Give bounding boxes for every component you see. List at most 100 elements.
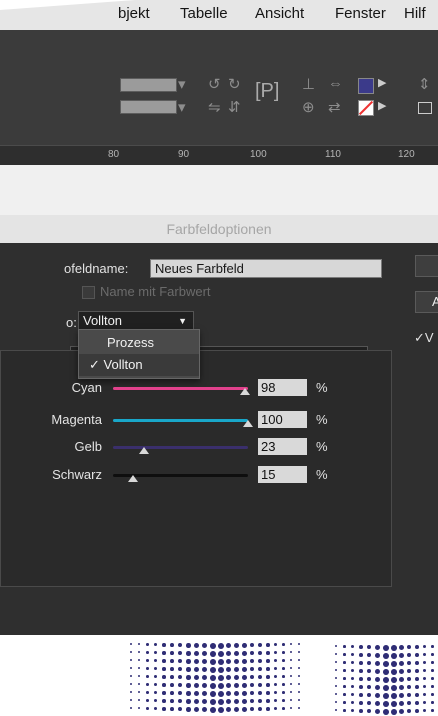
- halftone-dot: [343, 677, 346, 680]
- halftone-dot: [250, 699, 255, 704]
- halftone-dot: [154, 707, 158, 711]
- cancel-button[interactable]: A: [415, 291, 438, 313]
- halftone-dot: [226, 707, 232, 713]
- halftone-dot: [210, 683, 216, 689]
- slider-track-cyan[interactable]: [113, 387, 248, 390]
- slider-thumb-magenta[interactable]: [243, 420, 253, 427]
- halftone-dot: [250, 643, 255, 648]
- halftone-dot: [218, 691, 224, 697]
- halftone-dot: [162, 675, 166, 679]
- halftone-dot: [290, 683, 293, 686]
- halftone-dot: [407, 701, 412, 706]
- halftone-dot: [383, 645, 389, 651]
- halftone-dot: [210, 643, 216, 649]
- rotate-icon[interactable]: ↺: [208, 75, 221, 93]
- slider-thumb-cyan[interactable]: [240, 388, 251, 395]
- halftone-dot: [162, 707, 166, 711]
- value-input-schwarz[interactable]: 15: [258, 466, 307, 483]
- halftone-dot: [210, 651, 216, 657]
- halftone-dot: [226, 643, 232, 649]
- stroke-type-field[interactable]: [120, 100, 177, 114]
- slider-track-magenta[interactable]: [113, 419, 248, 422]
- play-icon[interactable]: ▶: [378, 99, 386, 112]
- halftone-dot: [242, 651, 247, 656]
- flip-icon[interactable]: ⇋: [208, 98, 221, 116]
- ok-button[interactable]: [415, 255, 438, 277]
- halftone-dot: [391, 709, 397, 715]
- halftone-dot: [202, 675, 208, 681]
- halftone-dot: [375, 661, 381, 667]
- halftone-dot: [154, 699, 158, 703]
- horizontal-ruler: 80 90 100 110 120: [0, 145, 438, 166]
- stepper-icon[interactable]: ⇕: [418, 75, 431, 93]
- menu-item-tabelle[interactable]: Tabelle: [180, 5, 228, 22]
- halftone-dot: [415, 669, 419, 673]
- halftone-dot: [178, 683, 183, 688]
- distribute-icon[interactable]: ⇔: [328, 75, 343, 92]
- text-frame-icon[interactable]: [P]: [255, 80, 279, 103]
- slider-track-gelb[interactable]: [113, 446, 248, 449]
- flip-vertical-icon[interactable]: ⇵: [228, 98, 241, 116]
- halftone-dot: [186, 683, 191, 688]
- dropdown-arrow-icon[interactable]: ▾: [178, 75, 186, 93]
- halftone-dot: [186, 659, 191, 664]
- halftone-dot: [383, 661, 389, 667]
- halftone-dot: [282, 651, 285, 654]
- halftone-dot: [130, 643, 132, 645]
- halftone-dot: [146, 651, 149, 654]
- fill-swatch[interactable]: [358, 78, 374, 94]
- halftone-dot: [343, 701, 346, 704]
- halftone-dot: [242, 683, 247, 688]
- menu-item-objekt[interactable]: bjekt: [118, 5, 150, 22]
- stroke-swatch[interactable]: [358, 100, 374, 116]
- halftone-dot: [383, 701, 389, 707]
- halftone-dot: [154, 651, 158, 655]
- halftone-dot: [415, 661, 419, 665]
- halftone-dot: [383, 709, 389, 715]
- rotate-ccw-icon[interactable]: ↻: [228, 75, 241, 93]
- halftone-dot: [335, 677, 337, 679]
- halftone-dot: [218, 667, 224, 673]
- halftone-dot: [202, 707, 208, 713]
- halftone-dot: [258, 651, 262, 655]
- halftone-dot: [242, 675, 247, 680]
- dropdown-arrow-icon[interactable]: ▾: [178, 98, 186, 116]
- halftone-dot: [375, 709, 381, 715]
- halftone-dot: [194, 675, 199, 680]
- halftone-dot: [290, 643, 293, 646]
- halftone-dot: [194, 683, 199, 688]
- name-with-value-checkbox[interactable]: [82, 286, 95, 299]
- frame-icon[interactable]: [418, 102, 432, 114]
- stroke-weight-field[interactable]: [120, 78, 177, 92]
- halftone-dot: [154, 643, 158, 647]
- swatch-name-input[interactable]: Neues Farbfeld: [150, 259, 382, 278]
- preview-checkbox[interactable]: ✓V: [414, 330, 434, 346]
- halftone-dot: [359, 661, 363, 665]
- halftone-dot: [170, 683, 174, 687]
- value-input-cyan[interactable]: 98: [258, 379, 307, 396]
- option-prozess[interactable]: Prozess: [79, 332, 199, 354]
- distribute-center-icon[interactable]: ⇄: [328, 98, 341, 116]
- halftone-dot: [242, 659, 247, 664]
- menu-item-ansicht[interactable]: Ansicht: [255, 5, 304, 22]
- option-vollton[interactable]: ✓ Vollton: [79, 354, 199, 376]
- menu-item-fenster[interactable]: Fenster: [335, 5, 386, 22]
- halftone-dot: [407, 669, 412, 674]
- halftone-dot: [250, 651, 255, 656]
- align-center-icon[interactable]: ⊕: [302, 98, 315, 116]
- color-type-select[interactable]: Vollton ▼: [78, 311, 194, 331]
- halftone-dot: [367, 661, 372, 666]
- halftone-dot: [383, 685, 389, 691]
- menu-item-hilfe[interactable]: Hilf: [404, 5, 426, 22]
- slider-thumb-schwarz[interactable]: [128, 475, 139, 482]
- halftone-dot: [138, 659, 141, 662]
- slider-thumb-gelb[interactable]: [139, 447, 150, 454]
- value-input-magenta[interactable]: 100: [258, 411, 307, 428]
- align-top-icon[interactable]: ⊥: [302, 75, 315, 93]
- halftone-dot: [391, 693, 397, 699]
- play-icon[interactable]: ▶: [378, 76, 386, 89]
- halftone-dot: [186, 667, 191, 672]
- halftone-dot: [170, 651, 174, 655]
- halftone-dot: [274, 643, 278, 647]
- value-input-gelb[interactable]: 23: [258, 438, 307, 455]
